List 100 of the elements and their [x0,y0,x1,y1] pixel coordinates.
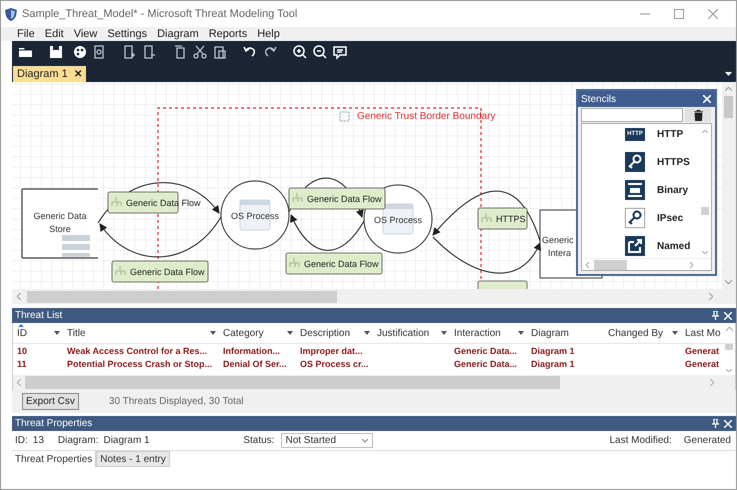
dropdown-caret-icon[interactable] [725,72,732,76]
vertical-scrollbar[interactable] [723,344,734,375]
palette-icon[interactable] [72,44,88,60]
data-flow-label: HTTPS [478,208,528,230]
binary-stencil-icon [625,180,645,200]
column-header[interactable]: Category [219,322,296,344]
stencil-item[interactable]: HTTPS [657,154,690,170]
scroll-up-icon [726,327,733,331]
menu-item[interactable]: Help [257,27,280,41]
export-csv-button[interactable]: Export Csv [22,393,79,410]
save-icon[interactable] [48,44,64,60]
add-page-icon[interactable] [122,44,138,60]
table-cell: Generat [685,346,720,356]
scrollbar-thumb[interactable] [25,376,560,389]
properties-tab[interactable]: Threat Properties [12,451,96,467]
horizontal-scrollbar[interactable] [582,258,711,270]
boundary-label: Generic Trust Border Boundary [357,111,496,122]
data-flow-label: Generic Data Flow [112,260,208,282]
scroll-left-icon [17,293,21,300]
key-icon [625,208,645,228]
stencil-item[interactable]: HTTP [657,126,684,142]
menu-item[interactable]: File [17,27,35,41]
table-cell: Diagram 1 [531,358,575,369]
shield-icon [5,8,17,20]
column-header[interactable]: Last Mo [681,322,723,344]
table-cell: Improper dat... [300,346,363,356]
menu-item[interactable]: Edit [44,27,64,41]
table-cell: Generic Data... [454,358,518,369]
table-cell: Generic Data... [454,346,518,356]
panel-title: Threat Properties [15,417,92,431]
delete-button[interactable] [685,108,711,122]
comment-icon[interactable] [332,44,348,60]
panel-title: Stencils [581,92,616,106]
filter-icon[interactable] [672,331,678,335]
stencil-item[interactable]: Binary [657,182,688,198]
scroll-up-icon [725,87,732,91]
data-store-node: Generic Data Store [21,188,99,259]
field-label: Diagram: [58,434,98,448]
menu-item[interactable]: Reports [208,27,248,41]
column-header[interactable]: Interaction [450,322,527,344]
table-cell: OS Process cr... [300,358,369,369]
column-header[interactable]: Title [63,322,219,344]
filter-icon[interactable] [364,331,370,335]
scrollbar-thumb[interactable] [701,207,709,215]
zoom-out-icon[interactable] [312,44,328,60]
pin-icon[interactable] [712,419,719,428]
scroll-down-icon [726,369,732,372]
scissors-icon[interactable] [192,44,208,60]
paste-icon[interactable] [212,44,228,60]
status-dropdown[interactable]: Not Started [281,433,374,448]
panel-title: Threat List [15,309,62,323]
remove-page-icon[interactable] [142,44,158,60]
menu-item[interactable]: View [74,27,98,41]
filter-icon[interactable] [287,331,293,335]
stencil-item[interactable]: IPsec [657,210,684,226]
scroll-right-icon [709,293,713,300]
diagram-tab[interactable]: Diagram 1 ✕ [13,66,86,82]
scroll-down-icon [725,280,732,284]
scroll-right-icon [690,262,693,268]
table-cell: Denial Of Ser... [223,358,287,369]
scroll-right-icon [710,379,714,386]
chevron-down-icon [362,438,368,442]
tab-close-button[interactable]: ✕ [74,66,82,82]
zoom-in-icon[interactable] [292,44,308,60]
search-field[interactable] [581,108,683,122]
filter-icon[interactable] [210,331,216,335]
scrollbar-thumb[interactable] [27,290,337,302]
filter-icon[interactable] [54,331,60,335]
table-cell: 11 [17,358,27,369]
scroll-left-icon [17,379,21,386]
column-header[interactable]: Diagram [527,322,604,344]
link-out-icon [625,236,645,256]
horizontal-scrollbar[interactable] [13,375,735,390]
column-header[interactable]: ID [13,322,63,344]
data-flow-label: Generic Data Flow [286,252,382,274]
menu-item[interactable]: Diagram [157,27,199,41]
maximize-icon[interactable] [674,9,684,19]
table-cell: 10 [17,346,28,356]
table-cell: Potential Process Crash or Stop... [67,358,212,369]
key-icon [625,152,645,172]
field-value: 13 [32,434,44,448]
data-flow-label [478,280,528,289]
field-label: Last Modified: [609,434,672,448]
table-cell: Generat [685,358,720,369]
scrollbar-thumb[interactable] [724,344,732,350]
trash-icon [694,110,702,120]
scrollbar-thumb[interactable] [724,96,733,118]
column-header[interactable]: Justification [373,322,450,344]
scroll-up-icon [702,130,708,133]
stencil-item[interactable]: Named [657,238,690,254]
scrollbar-thumb[interactable] [594,260,627,270]
filter-icon[interactable] [518,331,524,335]
scroll-left-icon [586,262,589,268]
table-cell: Diagram 1 [531,346,575,356]
menu-item[interactable]: Settings [107,27,148,41]
properties-tab[interactable]: Notes - 1 entry [96,451,170,467]
column-header[interactable]: Changed By [604,322,681,344]
pin-icon[interactable] [712,311,719,320]
filter-icon[interactable] [441,331,447,335]
column-header[interactable]: Description [296,322,373,344]
